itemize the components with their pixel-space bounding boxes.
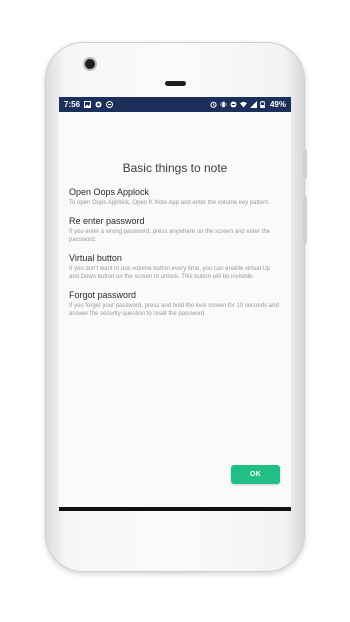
signal-icon [249,101,257,108]
battery-percentage: 49% [269,100,286,109]
section-body: If you enter a wrong password, press any… [69,229,271,243]
device-mockup: 7:56 49% Basic things to note Open Oops … [0,0,350,622]
volume-button [303,196,307,244]
dialog-content: Basic things to note Open Oops Applock T… [59,161,291,318]
section-body: If you don't want to use volume button e… [69,266,271,280]
dialog-title: Basic things to note [122,161,228,175]
vibrate-icon [220,101,227,108]
section-forgot-password: Forgot password If you forget your passw… [69,290,281,318]
power-button [303,150,307,178]
section-heading: Virtual button [69,253,122,263]
section-heading: Re enter password [69,216,145,226]
record-icon [95,101,102,108]
image-icon [84,101,92,108]
alarm-icon [210,101,217,108]
section-body: If you forget your password, press and h… [69,303,279,317]
section-virtual-button: Virtual button If you don't want to use … [69,253,281,281]
status-time: 7:56 [64,100,81,109]
section-heading: Open Oops Applock [69,187,150,197]
section-body: To open Oops Applock, Open K Note App an… [69,200,271,206]
section-reenter-password: Re enter password If you enter a wrong p… [69,216,281,244]
ok-button[interactable]: OK [231,465,280,484]
screen: 7:56 49% Basic things to note Open Oops … [59,97,291,511]
battery-icon [260,101,267,108]
front-camera [85,59,95,69]
status-bar: 7:56 49% [59,97,291,112]
earpiece-speaker [165,81,186,86]
dnd-icon [230,101,237,108]
section-heading: Forgot password [69,290,137,300]
vpn-icon [106,101,114,108]
section-open-applock: Open Oops Applock To open Oops Applock, … [69,187,281,207]
wifi-icon [239,101,247,108]
